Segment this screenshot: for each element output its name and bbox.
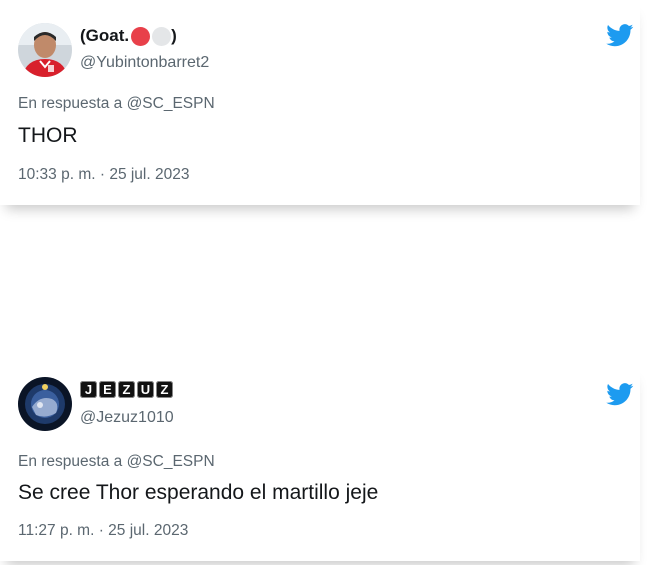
red-circle-emoji xyxy=(131,26,151,46)
name-letter-box: U xyxy=(137,381,154,398)
avatar[interactable] xyxy=(18,23,72,77)
display-name-text: (Goat. xyxy=(80,26,130,45)
user-handle[interactable]: @Yubintonbarret2 xyxy=(80,54,209,72)
tweet-text: THOR xyxy=(18,124,78,147)
tweet-card[interactable]: (Goat. ) @Yubintonbarret2 En respuesta a… xyxy=(0,0,640,205)
twitter-bird-icon[interactable] xyxy=(606,24,634,47)
name-letter-box: Z xyxy=(156,381,173,398)
reply-to-label: En respuesta a @SC_ESPN xyxy=(18,95,215,112)
user-handle[interactable]: @Jezuz1010 xyxy=(80,409,174,427)
timestamp[interactable]: 10:33 p. m. · 25 jul. 2023 xyxy=(18,166,189,184)
white-circle-emoji xyxy=(152,26,172,46)
page: (Goat. ) @Yubintonbarret2 En respuesta a… xyxy=(0,0,665,565)
timestamp[interactable]: 11:27 p. m. · 25 jul. 2023 xyxy=(18,522,188,540)
name-letter-box: J xyxy=(80,381,97,398)
display-name-suffix: ) xyxy=(171,26,177,45)
tweet-card[interactable]: J E Z U Z @Jezuz1010 En respuesta a @SC_… xyxy=(0,365,640,561)
tweet-text: Se cree Thor esperando el martillo jeje xyxy=(18,481,379,504)
name-letter-box: Z xyxy=(118,381,135,398)
display-name[interactable]: J E Z U Z xyxy=(80,381,175,398)
twitter-bird-icon[interactable] xyxy=(606,383,634,406)
reply-to-label: En respuesta a @SC_ESPN xyxy=(18,453,215,470)
display-name[interactable]: (Goat. ) xyxy=(80,26,177,46)
avatar[interactable] xyxy=(18,377,72,431)
name-letter-box: E xyxy=(99,381,116,398)
